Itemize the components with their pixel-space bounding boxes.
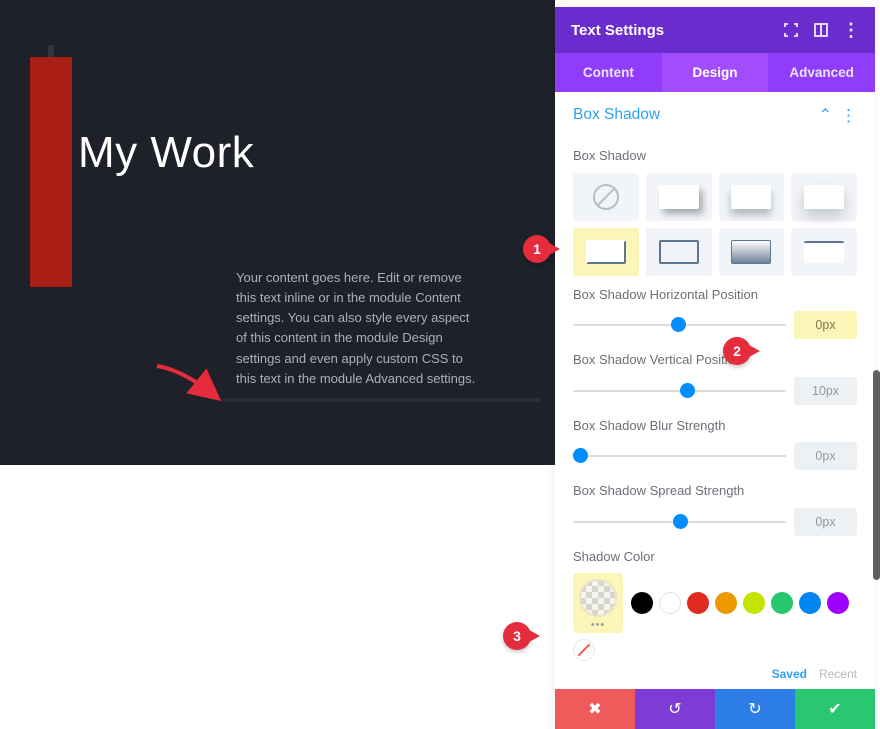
swatch-green[interactable] xyxy=(771,592,793,614)
palette-tabs: Saved Recent xyxy=(573,667,857,681)
palette-saved[interactable]: Saved xyxy=(772,667,807,681)
focus-icon[interactable] xyxy=(783,22,799,38)
vertical-slider[interactable] xyxy=(573,383,786,399)
close-button[interactable]: ✖ xyxy=(555,689,635,729)
preset-shadow-2[interactable] xyxy=(719,173,785,221)
panel-title: Text Settings xyxy=(571,22,664,39)
blur-slider[interactable] xyxy=(573,448,786,464)
kebab-icon[interactable]: ⋮ xyxy=(843,22,859,38)
preset-bottomline[interactable] xyxy=(573,228,639,276)
settings-panel: Text Settings ⋮ Content Design Advanced … xyxy=(555,7,875,729)
color-dots-icon[interactable]: ••• xyxy=(591,619,606,631)
scrollbar-thumb[interactable] xyxy=(873,370,880,580)
callout-1: 1 xyxy=(523,235,551,263)
decorative-bar-red xyxy=(30,57,72,287)
preview-paragraph[interactable]: Your content goes here. Edit or remove t… xyxy=(236,268,481,389)
columns-icon[interactable] xyxy=(813,22,829,38)
vertical-label: Box Shadow Vertical Position xyxy=(573,351,857,369)
preview-canvas: My Work Your content goes here. Edit or … xyxy=(0,0,555,465)
undo-button[interactable]: ↺ xyxy=(635,689,715,729)
panel-body: Box Shadow Box Shadow Horizontal Positio… xyxy=(555,131,875,689)
redo-button[interactable]: ↻ xyxy=(715,689,795,729)
section-kebab-icon[interactable]: ⋮ xyxy=(840,107,857,124)
shadow-color-label: Shadow Color xyxy=(573,548,857,566)
panel-header: Text Settings ⋮ xyxy=(555,7,875,53)
section-title: Box Shadow xyxy=(573,106,660,124)
color-picker-transparent[interactable] xyxy=(579,579,617,617)
preview-divider xyxy=(221,398,541,402)
spread-value[interactable]: 0px xyxy=(794,508,857,536)
preview-title[interactable]: My Work xyxy=(78,128,254,178)
tab-content[interactable]: Content xyxy=(555,53,662,92)
horizontal-label: Box Shadow Horizontal Position xyxy=(573,286,857,304)
tab-advanced[interactable]: Advanced xyxy=(768,53,875,92)
panel-footer: ✖ ↺ ↻ ✔ xyxy=(555,689,875,729)
palette-recent[interactable]: Recent xyxy=(819,667,857,681)
swatch-black[interactable] xyxy=(631,592,653,614)
preset-gradient[interactable] xyxy=(719,228,785,276)
swatch-blue[interactable] xyxy=(799,592,821,614)
swatch-orange[interactable] xyxy=(715,592,737,614)
color-swatches: ••• xyxy=(573,573,857,661)
preset-topline[interactable] xyxy=(791,228,857,276)
swatch-purple[interactable] xyxy=(827,592,849,614)
swatch-lime[interactable] xyxy=(743,592,765,614)
spread-slider[interactable] xyxy=(573,514,786,530)
blur-label: Box Shadow Blur Strength xyxy=(573,417,857,435)
callout-2: 2 xyxy=(723,337,751,365)
preset-none[interactable] xyxy=(573,173,639,221)
color-picker-wrap: ••• xyxy=(573,573,623,633)
section-header[interactable]: Box Shadow ⌃ ⋮ xyxy=(555,92,875,131)
preset-shadow-1[interactable] xyxy=(646,173,712,221)
horizontal-slider[interactable] xyxy=(573,317,786,333)
preset-grid xyxy=(573,173,857,276)
swatch-none[interactable] xyxy=(573,639,595,661)
preset-shadow-3[interactable] xyxy=(791,173,857,221)
blur-value[interactable]: 0px xyxy=(794,442,857,470)
callout-3: 3 xyxy=(503,622,531,650)
preset-label: Box Shadow xyxy=(573,147,857,165)
panel-tabs: Content Design Advanced xyxy=(555,53,875,92)
save-button[interactable]: ✔ xyxy=(795,689,875,729)
spread-label: Box Shadow Spread Strength xyxy=(573,482,857,500)
preset-outline[interactable] xyxy=(646,228,712,276)
swatch-white[interactable] xyxy=(659,592,681,614)
swatch-red[interactable] xyxy=(687,592,709,614)
chevron-up-icon[interactable]: ⌃ xyxy=(819,105,832,125)
horizontal-value[interactable]: 0px xyxy=(794,311,857,339)
vertical-value[interactable]: 10px xyxy=(794,377,857,405)
tab-design[interactable]: Design xyxy=(662,53,769,92)
